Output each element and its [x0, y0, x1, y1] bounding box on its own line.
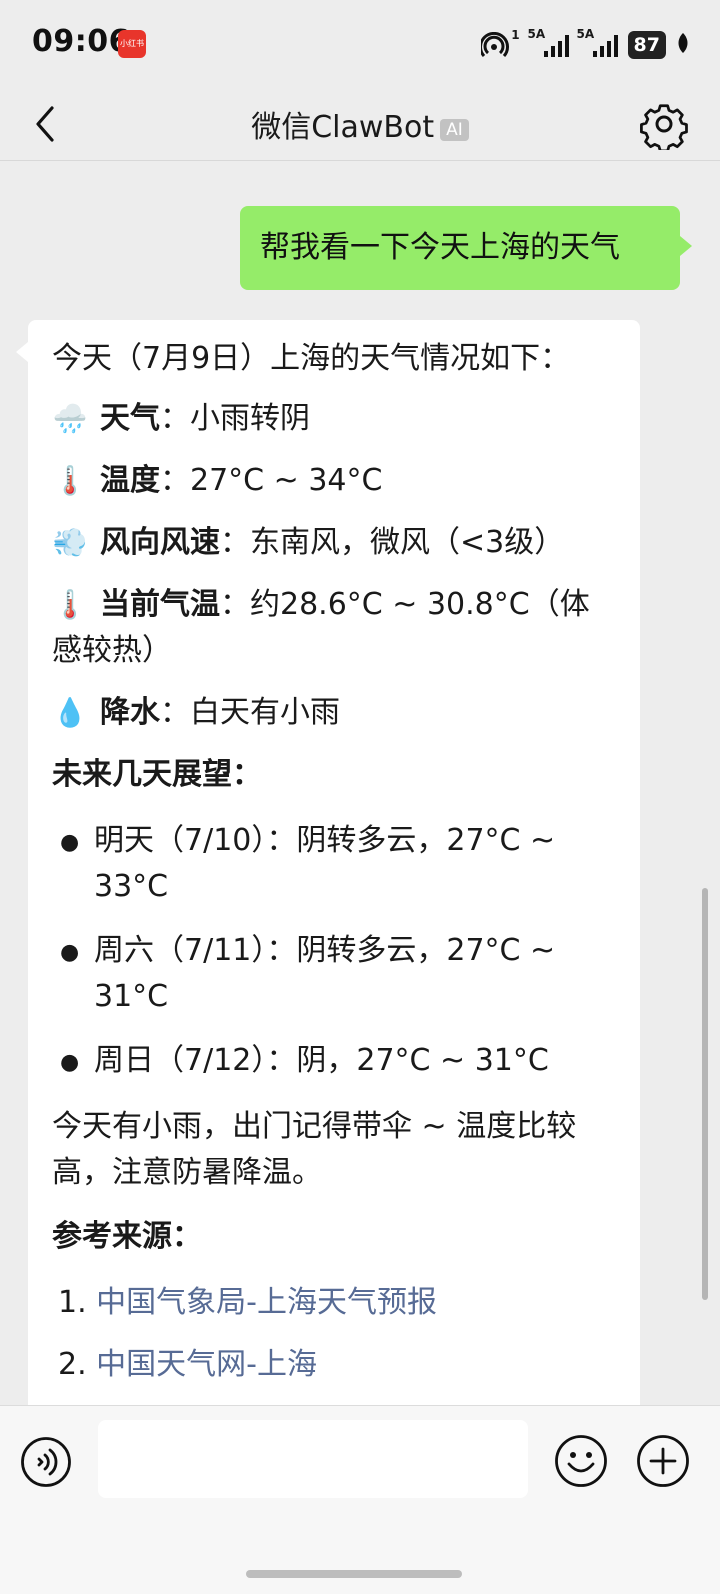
- sim1-label: 5A: [527, 27, 546, 41]
- title-wrap: 微信ClawBot AI: [0, 102, 720, 146]
- thermometer-icon: 🌡️: [52, 464, 88, 497]
- emoji-button[interactable]: [554, 1434, 608, 1488]
- sim2-label: 5A: [576, 27, 595, 41]
- emoji-icon: [555, 1435, 607, 1487]
- wind-icon: 💨: [52, 526, 88, 559]
- status-time: 09:06: [32, 24, 130, 59]
- bullet: ●: [60, 830, 80, 855]
- weather-value: ：小雨转阴: [160, 401, 310, 436]
- forecast-item: 明天（7/10）：阴转多云，27°C ~ 33°C: [94, 818, 622, 910]
- wind-value: ：东南风，微风（<3级）: [220, 525, 565, 560]
- bullet: ●: [60, 940, 80, 965]
- wind-label: 风向风速: [100, 525, 220, 560]
- signal-icon-sim1: 5A: [528, 27, 569, 57]
- forecast-line: 明天（7/10）：阴转多云，27°C ~: [94, 823, 556, 858]
- chat-header: 微信ClawBot AI: [0, 88, 720, 161]
- cloud-rain-icon: 🌧️: [52, 402, 88, 435]
- settings-button[interactable]: [638, 98, 690, 153]
- current-temp-value: ：约28.6°C ~ 30.8°C（体: [220, 587, 590, 622]
- wind-row: 💨 风向风速：东南风，微风（<3级）: [52, 520, 620, 566]
- source-number: 2.: [58, 1347, 87, 1382]
- user-message-bubble[interactable]: 帮我看一下今天上海的天气: [240, 206, 692, 290]
- forecast-heading: 未来几天展望：: [52, 757, 262, 792]
- bot-intro: 今天（7月9日）上海的天气情况如下：: [52, 341, 571, 376]
- leaf-icon: [676, 32, 690, 58]
- current-temp-row: 🌡️ 当前气温：约28.6°C ~ 30.8°C（体: [52, 582, 620, 628]
- voice-icon: [21, 1437, 71, 1487]
- forecast-item: 周日（7/12）：阴，27°C ~ 31°C: [94, 1038, 622, 1084]
- rain-row: 💧 降水：白天有小雨: [52, 690, 620, 736]
- weather-label: 天气: [100, 401, 160, 436]
- voice-input-button[interactable]: [20, 1436, 72, 1488]
- current-temp-row-cont: 感较热）: [52, 633, 172, 668]
- forecast-line: 周六（7/11）：阴转多云，27°C ~: [94, 933, 556, 968]
- input-bar: [0, 1405, 720, 1594]
- tip-line: 今天有小雨，出门记得带伞 ~ 温度比较: [52, 1109, 577, 1144]
- temperature-row: 🌡️ 温度：27°C ~ 34°C: [52, 458, 620, 504]
- weather-row: 🌧️ 天气：小雨转阴: [52, 396, 620, 442]
- current-temp-label: 当前气温: [100, 587, 220, 622]
- message-input[interactable]: [98, 1420, 528, 1498]
- source-link[interactable]: 中国气象局-上海天气预报: [96, 1285, 437, 1320]
- temperature-value: ：27°C ~ 34°C: [160, 463, 383, 498]
- xiaohongshu-app-icon: 小红书: [118, 30, 146, 58]
- thermometer-icon: 🌡️: [52, 588, 88, 621]
- hotspot-icon: 1: [481, 28, 520, 58]
- ai-badge: AI: [440, 118, 469, 141]
- status-bar: 09:06 小红书 1 5A 5A 87: [0, 0, 720, 88]
- more-button[interactable]: [636, 1434, 690, 1488]
- signal-icon-sim2: 5A: [577, 27, 618, 57]
- gear-icon: [640, 104, 688, 153]
- bot-message-bubble[interactable]: 今天（7月9日）上海的天气情况如下： 🌧️ 天气：小雨转阴 🌡️ 温度：27°C ~…: [28, 320, 640, 1440]
- plus-icon: [637, 1435, 689, 1487]
- sources-heading: 参考来源：: [52, 1219, 202, 1254]
- bot-bubble-tail: [16, 342, 28, 362]
- source-link[interactable]: 中国天气网-上海: [96, 1347, 317, 1382]
- forecast-line: 33°C: [94, 869, 169, 904]
- bullet: ●: [60, 1050, 80, 1075]
- user-message-text: 帮我看一下今天上海的天气: [260, 230, 620, 265]
- temperature-label: 温度: [100, 463, 160, 498]
- hotspot-count: 1: [511, 28, 520, 42]
- forecast-line: 周日（7/12）：阴，27°C ~ 31°C: [94, 1043, 549, 1078]
- rain-value: ：白天有小雨: [160, 695, 340, 730]
- forecast-line: 31°C: [94, 979, 169, 1014]
- battery-icon: 87: [627, 31, 666, 59]
- source-number: 1.: [58, 1285, 87, 1320]
- status-indicators: 1 5A 5A 87: [481, 27, 690, 62]
- rain-label: 降水: [100, 695, 160, 730]
- tip-line: 高，注意防暑降温。: [52, 1155, 322, 1190]
- forecast-item: 周六（7/11）：阴转多云，27°C ~ 31°C: [94, 928, 622, 1020]
- chat-title: 微信ClawBot: [251, 110, 435, 145]
- droplet-icon: 💧: [52, 696, 88, 729]
- source-item: 2. 中国天气网-上海: [58, 1342, 620, 1388]
- chat-scrollbar[interactable]: [702, 888, 708, 1300]
- home-indicator[interactable]: [246, 1570, 462, 1578]
- source-item: 1. 中国气象局-上海天气预报: [58, 1280, 620, 1326]
